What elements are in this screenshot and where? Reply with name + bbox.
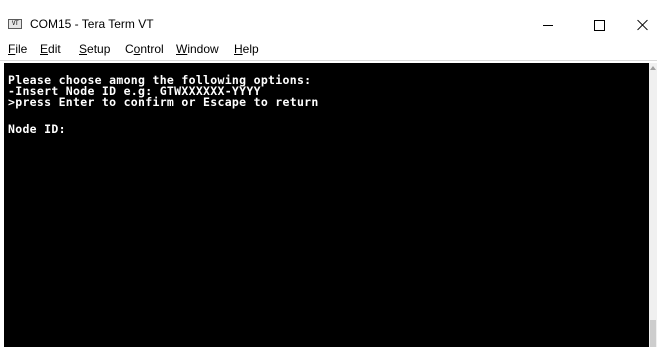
close-button[interactable]	[620, 11, 657, 39]
terminal-prompt: Node ID:	[8, 122, 66, 136]
menu-control[interactable]: Control	[125, 42, 164, 56]
menu-edit[interactable]: Edit	[40, 42, 61, 56]
terminal-screen[interactable]: Please choose among the following option…	[4, 63, 649, 347]
menu-file-rest: ile	[15, 42, 28, 56]
menu-window[interactable]: Window	[176, 42, 219, 56]
menu-file[interactable]: File	[8, 42, 27, 56]
menu-help[interactable]: Help	[234, 42, 259, 56]
scroll-up-icon[interactable]	[650, 66, 656, 70]
maximize-button[interactable]	[576, 11, 622, 39]
menu-help-rest: elp	[242, 42, 259, 56]
menu-control-pre: C	[125, 42, 134, 56]
menu-setup-mnemonic: S	[79, 42, 88, 56]
close-icon	[637, 19, 649, 31]
tera-term-window: VT COM15 - Tera Term VT File Edit Setup …	[0, 0, 657, 347]
menu-window-rest: indow	[187, 42, 219, 56]
menu-bar: File Edit Setup Control Window Help	[0, 38, 657, 61]
vertical-scrollbar[interactable]	[649, 63, 657, 347]
minimize-icon	[543, 24, 553, 26]
menu-help-mnemonic: H	[234, 42, 243, 56]
window-title: COM15 - Tera Term VT	[30, 17, 154, 31]
menu-edit-rest: dit	[48, 42, 61, 56]
maximize-icon	[593, 19, 605, 31]
menu-edit-mnemonic: E	[40, 42, 49, 56]
menu-setup[interactable]: Setup	[79, 42, 110, 56]
minimize-button[interactable]	[525, 11, 571, 39]
menu-setup-rest: etup	[87, 42, 111, 56]
scrollbar-thumb[interactable]	[650, 320, 656, 347]
title-bar[interactable]: VT COM15 - Tera Term VT	[0, 0, 657, 38]
teraterm-vt-icon[interactable]: VT	[8, 19, 22, 29]
menu-window-mnemonic: W	[176, 42, 188, 56]
terminal-line: >press Enter to confirm or Escape to ret…	[8, 95, 319, 109]
menu-control-rest: ntrol	[140, 42, 164, 56]
